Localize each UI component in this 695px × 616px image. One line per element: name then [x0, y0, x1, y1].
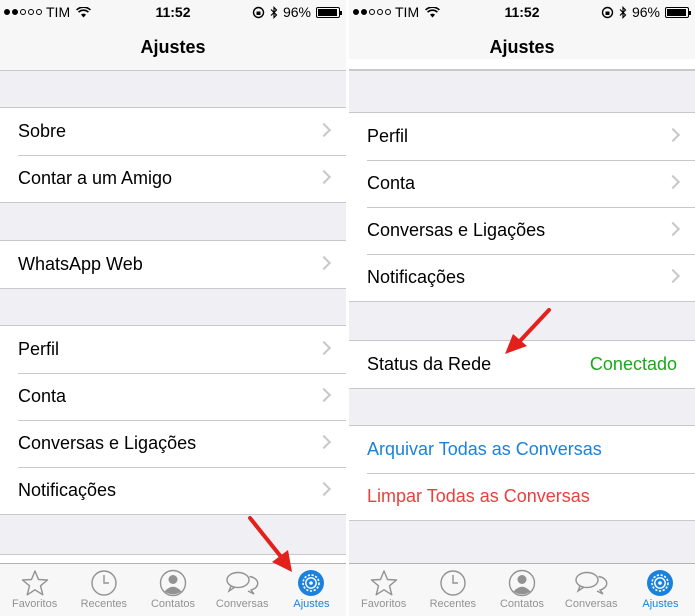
- settings-row-contar-a-um-amigo[interactable]: Contar a um Amigo: [0, 155, 346, 202]
- settings-group-partial: [349, 59, 695, 70]
- tab-label: Conversas: [564, 598, 618, 610]
- tab-label: Ajustes: [293, 598, 330, 610]
- settings-row-notificacoes[interactable]: Notificações: [349, 254, 695, 301]
- chevron-right-icon: [316, 169, 332, 185]
- chevron-right-icon: [665, 174, 681, 190]
- bluetooth-icon: [619, 5, 627, 19]
- row-label: Notificações: [18, 480, 117, 500]
- chevron-right-icon: [316, 255, 332, 271]
- settings-row-conta[interactable]: Conta: [0, 373, 346, 420]
- battery-percentage: 96%: [631, 4, 660, 20]
- archive-all-chats-button[interactable]: Arquivar Todas as Conversas: [349, 426, 695, 473]
- chevron-right-icon: [316, 387, 332, 403]
- tab-label: Favoritos: [11, 598, 58, 610]
- chevron-right-icon: [316, 122, 332, 138]
- row-label: Arquivar Todas as Conversas: [367, 439, 602, 459]
- person-icon: [159, 569, 187, 597]
- settings-row-conta[interactable]: Conta: [349, 160, 695, 207]
- settings-row-whatsapp-web[interactable]: WhatsApp Web: [0, 241, 346, 288]
- row-label: Conta: [18, 386, 67, 406]
- tab-recentes[interactable]: Recentes: [69, 564, 138, 616]
- tab-bar: Favoritos Recentes Contatos Conversas Aj…: [349, 563, 695, 616]
- tab-label: Ajustes: [642, 598, 679, 610]
- row-label: Conversas e Ligações: [18, 433, 197, 453]
- settings-row-conversas-e-ligacoes[interactable]: Conversas e Ligações: [349, 207, 695, 254]
- battery-percentage: 96%: [282, 4, 311, 20]
- tab-favoritos[interactable]: Favoritos: [349, 564, 418, 616]
- settings-group-chats-actions: Arquivar Todas as Conversas Limpar Todas…: [349, 425, 695, 521]
- chevron-right-icon: [316, 340, 332, 356]
- tab-favoritos[interactable]: Favoritos: [0, 564, 69, 616]
- tab-conversas[interactable]: Conversas: [557, 564, 626, 616]
- battery-icon: [665, 6, 691, 18]
- tab-label: Recentes: [429, 598, 477, 610]
- battery-icon: [316, 6, 342, 18]
- rotation-lock-icon: [252, 6, 265, 18]
- row-label: Status da Rede: [367, 354, 492, 374]
- chevron-right-icon: [665, 127, 681, 143]
- tab-label: Contatos: [150, 598, 196, 610]
- chat-bubbles-icon: [575, 571, 608, 595]
- tab-ajustes[interactable]: Ajustes: [626, 564, 695, 616]
- page-title: Ajustes: [0, 24, 346, 71]
- bluetooth-icon: [270, 5, 278, 19]
- left-screen: TIM 11:52 96% Ajustes Sobre Contar a um …: [0, 0, 346, 616]
- row-label: Perfil: [367, 126, 409, 146]
- star-icon: [370, 570, 397, 596]
- person-icon: [508, 569, 536, 597]
- rotation-lock-icon: [601, 6, 614, 18]
- row-label: Conversas e Ligações: [367, 220, 546, 240]
- settings-group-account: Perfil Conta Conversas e Ligações Notifi…: [0, 325, 346, 515]
- star-icon: [21, 570, 48, 596]
- gear-icon: [647, 570, 674, 596]
- row-label: Contar a um Amigo: [18, 168, 173, 188]
- tab-contatos[interactable]: Contatos: [487, 564, 556, 616]
- row-label: WhatsApp Web: [18, 254, 143, 274]
- chevron-right-icon: [665, 221, 681, 237]
- settings-row-sobre[interactable]: Sobre: [0, 108, 346, 155]
- gear-icon: [298, 570, 325, 596]
- status-bar: TIM 11:52 96%: [0, 0, 346, 24]
- tab-label: Favoritos: [360, 598, 407, 610]
- chevron-right-icon: [316, 481, 332, 497]
- settings-group-about: Sobre Contar a um Amigo: [0, 107, 346, 203]
- row-label: Sobre: [18, 121, 67, 141]
- tab-recentes[interactable]: Recentes: [418, 564, 487, 616]
- tab-label: Contatos: [499, 598, 545, 610]
- status-bar: TIM 11:52 96%: [349, 0, 695, 24]
- row-label: Notificações: [367, 267, 466, 287]
- row-label: Perfil: [18, 339, 60, 359]
- annotation-arrow: [505, 308, 551, 354]
- tab-label: Conversas: [215, 598, 269, 610]
- tab-label: Recentes: [80, 598, 128, 610]
- clock-icon: [440, 570, 466, 596]
- right-screen: TIM 11:52 96% Ajustes Perfil Conta Conve…: [349, 0, 695, 616]
- settings-group-account: Perfil Conta Conversas e Ligações Notifi…: [349, 112, 695, 302]
- clear-all-chats-button[interactable]: Limpar Todas as Conversas: [349, 473, 695, 520]
- settings-row-notificacoes[interactable]: Notificações: [0, 467, 346, 514]
- chevron-right-icon: [316, 434, 332, 450]
- network-status-value: Conectado: [589, 354, 677, 374]
- chevron-right-icon: [665, 268, 681, 284]
- row-label: Limpar Todas as Conversas: [367, 486, 590, 506]
- row-label: Conta: [367, 173, 416, 193]
- settings-row-conversas-e-ligacoes[interactable]: Conversas e Ligações: [0, 420, 346, 467]
- clock-icon: [91, 570, 117, 596]
- annotation-arrow: [248, 516, 292, 572]
- settings-row-perfil[interactable]: Perfil: [0, 326, 346, 373]
- settings-row-perfil[interactable]: Perfil: [349, 113, 695, 160]
- settings-group-web: WhatsApp Web: [0, 240, 346, 289]
- tab-contatos[interactable]: Contatos: [138, 564, 207, 616]
